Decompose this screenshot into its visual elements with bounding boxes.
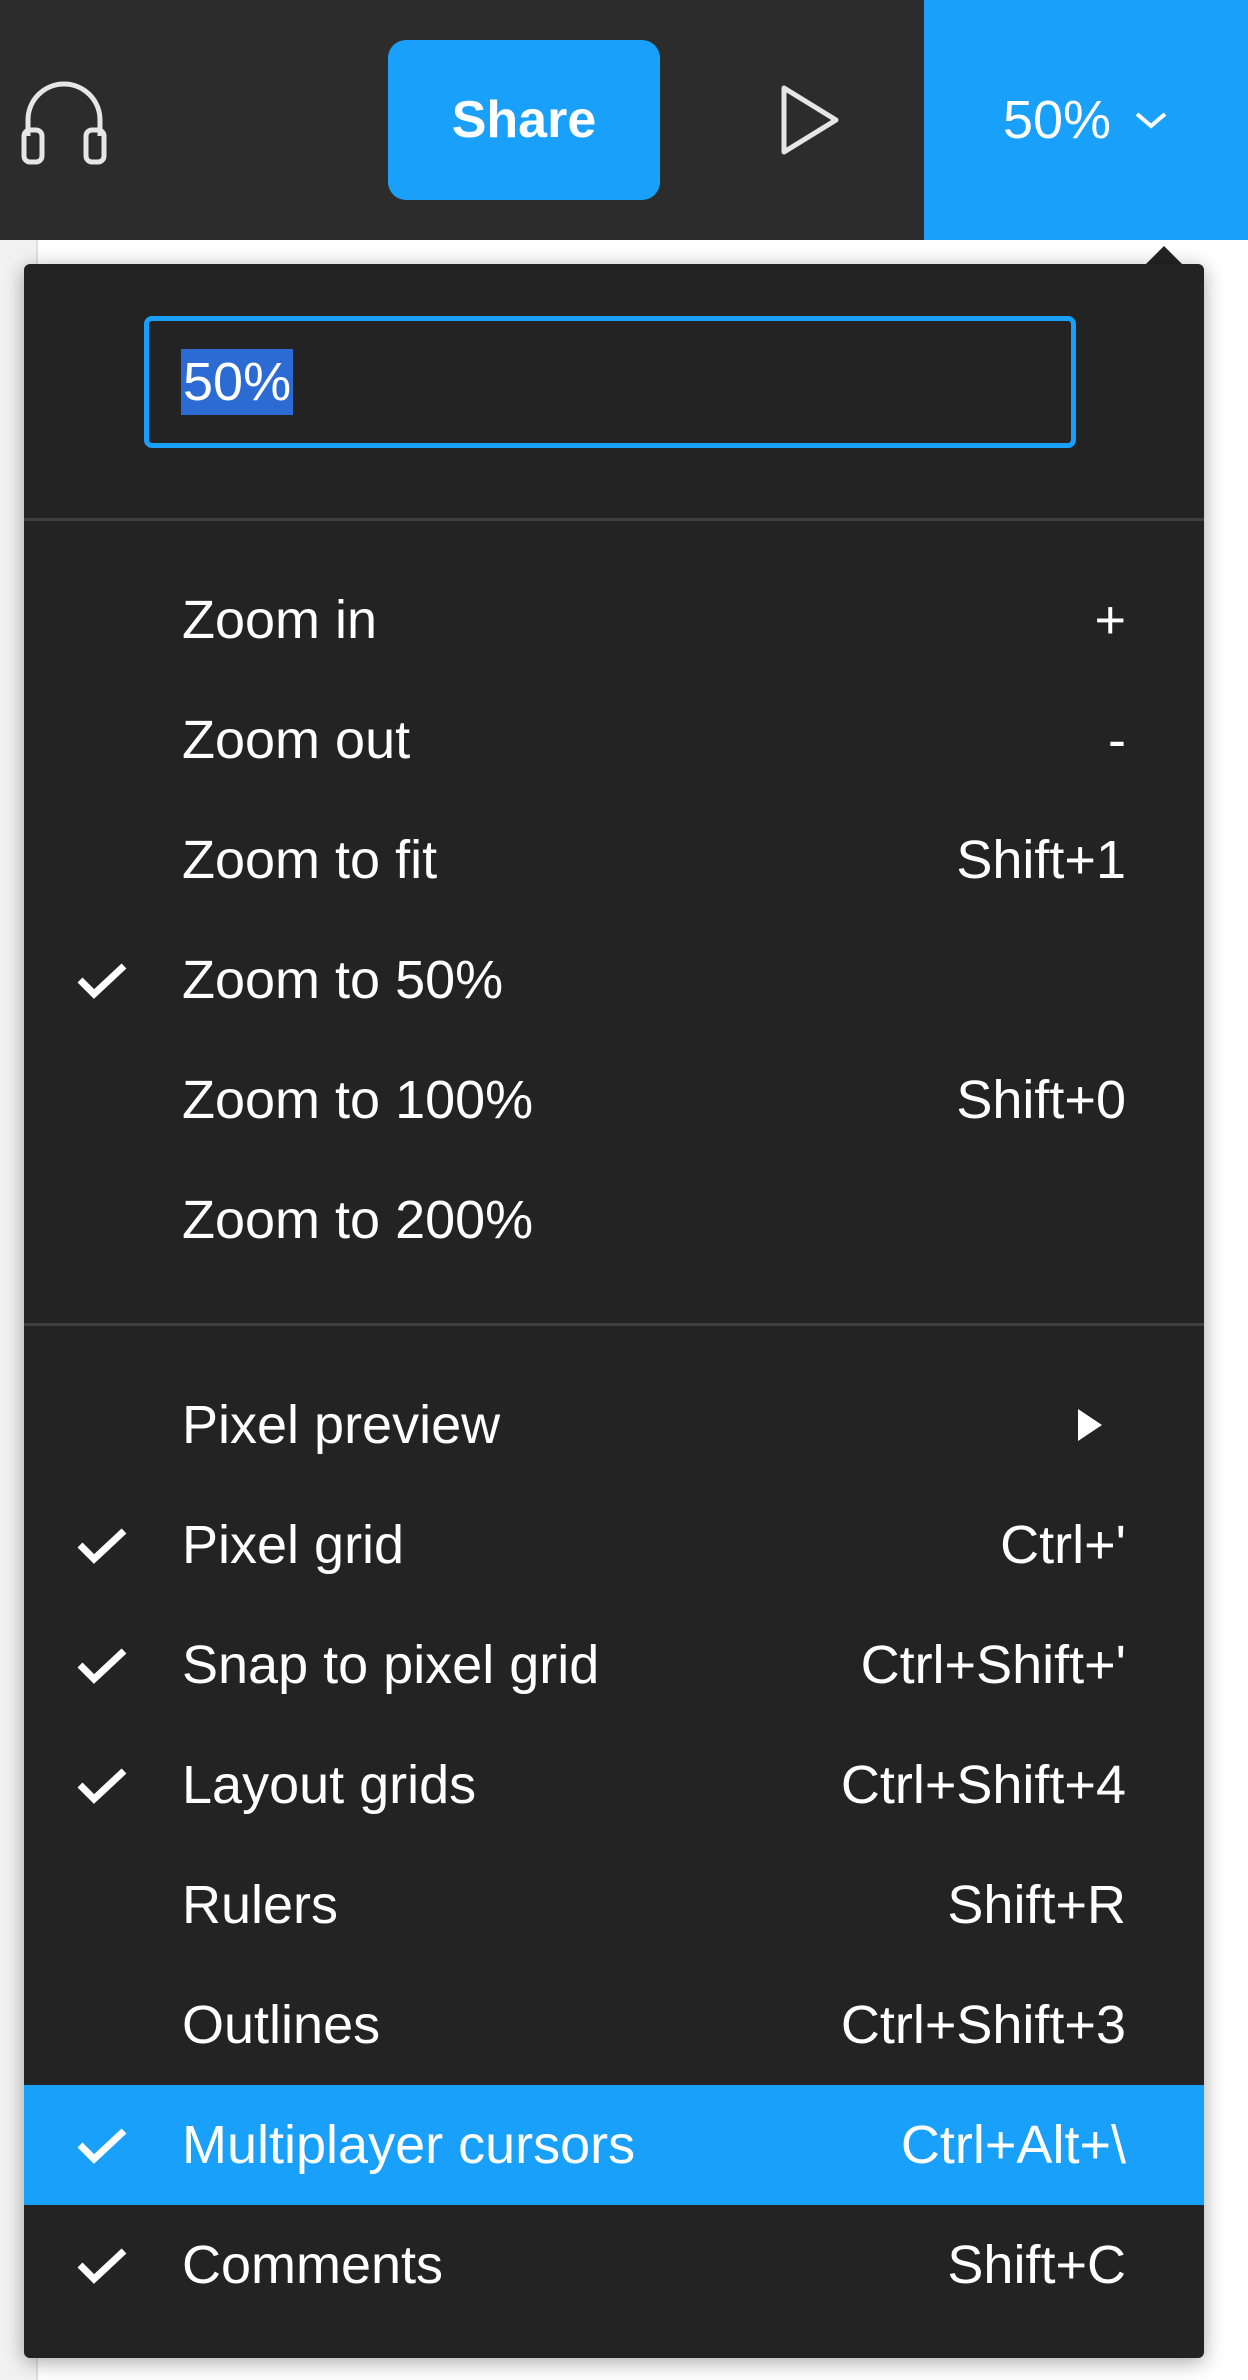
menu-item-label: Zoom to 50% bbox=[182, 950, 504, 1010]
menu-item-label: Outlines bbox=[182, 1995, 381, 2055]
checkmark-icon bbox=[77, 1648, 127, 1684]
zoom-input[interactable]: 50% bbox=[144, 316, 1076, 448]
menu-item-pixel-grid[interactable]: Pixel grid Ctrl+' bbox=[24, 1485, 1204, 1605]
menu-item-shortcut: Shift+C bbox=[947, 2235, 1126, 2295]
menu-item-layout-grids[interactable]: Layout grids Ctrl+Shift+4 bbox=[24, 1725, 1204, 1845]
checkmark-icon bbox=[77, 2248, 127, 2284]
top-toolbar: Share 50% bbox=[0, 0, 1248, 240]
menu-item-label: Zoom to 200% bbox=[182, 1190, 534, 1250]
menu-item-label: Rulers bbox=[182, 1875, 339, 1935]
menu-item-label: Zoom out bbox=[182, 710, 411, 770]
checkmark-icon bbox=[77, 2128, 127, 2164]
menu-item-label: Multiplayer cursors bbox=[182, 2115, 636, 2175]
zoom-input-value: 50% bbox=[181, 349, 294, 415]
submenu-arrow-icon bbox=[1078, 1409, 1102, 1441]
menu-item-label: Pixel preview bbox=[182, 1395, 501, 1455]
headphones-icon[interactable] bbox=[14, 70, 114, 170]
zoom-dropdown-button[interactable]: 50% bbox=[924, 0, 1248, 240]
menu-item-multiplayer-cursors[interactable]: Multiplayer cursors Ctrl+Alt+\ bbox=[24, 2085, 1204, 2205]
menu-item-shortcut: + bbox=[1094, 590, 1126, 650]
menu-separator bbox=[24, 518, 1204, 521]
menu-item-zoom-to-fit[interactable]: Zoom to fit Shift+1 bbox=[24, 800, 1204, 920]
menu-item-label: Zoom to 100% bbox=[182, 1070, 534, 1130]
menu-item-shortcut: Ctrl+Shift+' bbox=[860, 1635, 1126, 1695]
menu-item-zoom-out[interactable]: Zoom out - bbox=[24, 680, 1204, 800]
menu-item-zoom-in[interactable]: Zoom in + bbox=[24, 560, 1204, 680]
menu-item-label: Pixel grid bbox=[182, 1515, 405, 1575]
menu-item-label: Snap to pixel grid bbox=[182, 1635, 600, 1695]
zoom-menu: 50% Zoom in + Zoom out - Zoom to fit Shift+1 Z… bbox=[24, 264, 1204, 2358]
menu-item-shortcut: Ctrl+' bbox=[1000, 1515, 1126, 1575]
checkmark-icon bbox=[77, 1528, 127, 1564]
menu-item-pixel-preview[interactable]: Pixel preview bbox=[24, 1365, 1204, 1485]
menu-item-outlines[interactable]: Outlines Ctrl+Shift+3 bbox=[24, 1965, 1204, 2085]
menu-item-label: Zoom to fit bbox=[182, 830, 438, 890]
menu-separator bbox=[24, 1323, 1204, 1326]
menu-item-comments[interactable]: Comments Shift+C bbox=[24, 2205, 1204, 2325]
menu-item-zoom-to-100[interactable]: Zoom to 100% Shift+0 bbox=[24, 1040, 1204, 1160]
share-button[interactable]: Share bbox=[388, 40, 660, 200]
menu-item-label: Layout grids bbox=[182, 1755, 477, 1815]
menu-item-rulers[interactable]: Rulers Shift+R bbox=[24, 1845, 1204, 1965]
zoom-level-label: 50% bbox=[1002, 90, 1112, 150]
menu-item-shortcut: Shift+1 bbox=[956, 830, 1126, 890]
menu-item-snap-to-pixel-grid[interactable]: Snap to pixel grid Ctrl+Shift+' bbox=[24, 1605, 1204, 1725]
menu-item-shortcut: - bbox=[1108, 710, 1126, 770]
menu-item-shortcut: Ctrl+Shift+3 bbox=[840, 1995, 1126, 2055]
menu-item-label: Zoom in bbox=[182, 590, 378, 650]
checkmark-icon bbox=[77, 1768, 127, 1804]
chevron-down-icon bbox=[1135, 112, 1167, 129]
play-icon[interactable] bbox=[770, 80, 850, 160]
menu-item-zoom-to-50[interactable]: Zoom to 50% bbox=[24, 920, 1204, 1040]
menu-item-shortcut: Shift+0 bbox=[956, 1070, 1126, 1130]
menu-item-label: Comments bbox=[182, 2235, 444, 2295]
menu-caret bbox=[1144, 246, 1184, 266]
menu-item-shortcut: Ctrl+Shift+4 bbox=[840, 1755, 1126, 1815]
menu-item-shortcut: Ctrl+Alt+\ bbox=[900, 2115, 1126, 2175]
menu-item-zoom-to-200[interactable]: Zoom to 200% bbox=[24, 1160, 1204, 1280]
menu-item-shortcut: Shift+R bbox=[947, 1875, 1126, 1935]
checkmark-icon bbox=[77, 963, 127, 999]
